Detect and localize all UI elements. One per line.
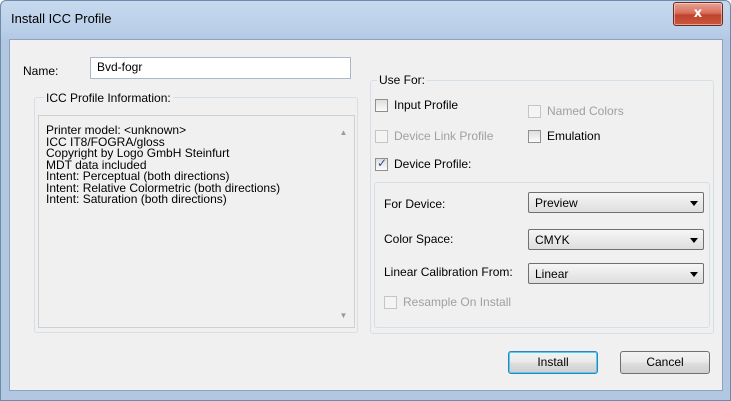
chevron-down-icon: [690, 238, 698, 243]
linear-calibration-select[interactable]: Linear: [528, 263, 704, 284]
profile-info-text: Printer model: <unknown> ICC IT8/FOGRA/g…: [46, 124, 280, 206]
resample-label: Resample On Install: [403, 295, 512, 309]
name-input[interactable]: Bvd-fogr: [90, 57, 351, 79]
emulation-label: Emulation: [547, 129, 601, 143]
profile-info-caption: ICC Profile Information:: [44, 91, 173, 105]
color-space-label: Color Space:: [384, 232, 454, 246]
profile-info-list[interactable]: Printer model: <unknown> ICC IT8/FOGRA/g…: [38, 115, 355, 328]
cancel-button[interactable]: Cancel: [620, 351, 710, 374]
scroll-up-icon[interactable]: ▲: [335, 124, 352, 141]
title-bar[interactable]: Install ICC Profile x: [1, 1, 730, 39]
install-icc-profile-dialog: Install ICC Profile x Name: Bvd-fogr ICC…: [0, 0, 731, 401]
name-input-value: Bvd-fogr: [97, 60, 143, 74]
for-device-label: For Device:: [384, 197, 446, 211]
linear-calibration-value: Linear: [535, 267, 569, 281]
use-for-caption: Use For:: [377, 73, 428, 87]
dialog-body: Name: Bvd-fogr ICC Profile Information: …: [9, 39, 723, 391]
named-colors-checkbox[interactable]: [528, 105, 541, 118]
input-profile-label: Input Profile: [394, 98, 459, 112]
scroll-down-icon[interactable]: ▼: [335, 307, 352, 324]
info-line: Intent: Saturation (both directions): [46, 192, 227, 206]
for-device-value: Preview: [535, 196, 578, 210]
device-link-profile-checkbox[interactable]: [375, 130, 388, 143]
close-button[interactable]: x: [673, 2, 723, 26]
chevron-down-icon: [690, 272, 698, 277]
device-profile-checkbox[interactable]: ✓: [375, 156, 388, 171]
color-space-value: CMYK: [535, 233, 570, 247]
chevron-down-icon: [690, 201, 698, 206]
color-space-select[interactable]: CMYK: [528, 229, 704, 250]
name-label: Name:: [23, 64, 59, 78]
named-colors-label: Named Colors: [547, 104, 624, 118]
device-profile-label: Device Profile:: [394, 157, 472, 171]
checkmark-icon: ✓: [377, 156, 388, 170]
resample-checkbox[interactable]: [384, 296, 397, 309]
install-button[interactable]: Install: [508, 351, 598, 374]
linear-calibration-label: Linear Calibration From:: [384, 265, 513, 279]
info-scrollbar[interactable]: ▲ ▼: [335, 124, 352, 324]
device-link-profile-label: Device Link Profile: [394, 129, 494, 143]
close-icon: x: [693, 6, 703, 21]
window-title: Install ICC Profile: [11, 11, 112, 26]
emulation-checkbox[interactable]: [528, 130, 541, 143]
for-device-select[interactable]: Preview: [528, 192, 704, 213]
input-profile-checkbox[interactable]: [375, 99, 388, 112]
